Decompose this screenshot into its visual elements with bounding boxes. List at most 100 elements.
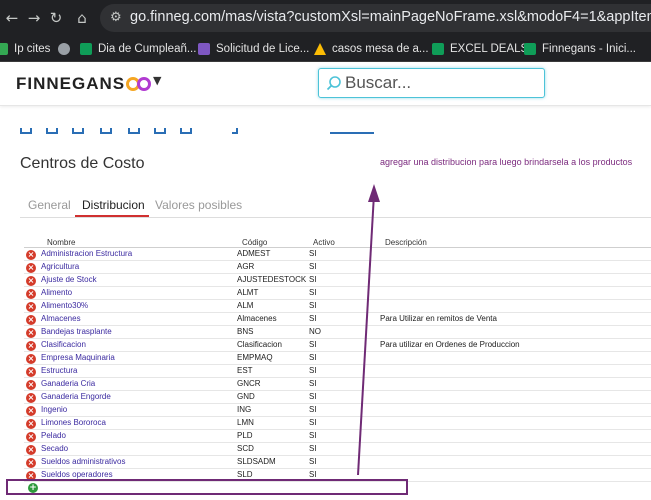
toolbar-icon[interactable] <box>128 128 140 134</box>
cell-name[interactable]: Administracion Estructura <box>41 249 132 258</box>
delete-icon[interactable]: × <box>26 380 36 390</box>
cell-name[interactable]: Empresa Maquinaria <box>41 353 115 362</box>
cell-name[interactable]: Ganaderia Engorde <box>41 392 111 401</box>
cell-active: SI <box>309 405 317 414</box>
delete-icon[interactable]: × <box>26 393 36 403</box>
cell-name[interactable]: Sueldos administrativos <box>41 457 125 466</box>
url-text[interactable]: go.finneg.com/mas/vista?customXsl=mainPa… <box>130 9 651 25</box>
add-row-highlight: + <box>6 479 408 495</box>
toolbar-icon[interactable] <box>232 128 238 134</box>
table-row[interactable]: × Clasificacion Clasificacion SI Para utiliz… <box>24 339 651 352</box>
cell-code: ALM <box>237 301 254 310</box>
bookmark-dia-cumpleanos[interactable]: Dia de Cumpleañ... <box>80 40 196 58</box>
delete-icon[interactable]: × <box>26 302 36 312</box>
address-bar[interactable]: ⚙ go.finneg.com/mas/vista?customXsl=main… <box>100 4 651 32</box>
cell-name[interactable]: Limones Bororoca <box>41 418 106 427</box>
cell-active: SI <box>309 444 317 453</box>
reload-icon[interactable]: ↻ <box>46 8 66 28</box>
cell-active: SI <box>309 431 317 440</box>
bookmark-ip-cites[interactable]: Ip cites <box>0 40 50 58</box>
table-row[interactable]: × Sueldos administrativos SLDSADM SI <box>24 456 651 469</box>
delete-icon[interactable]: × <box>26 276 36 286</box>
cell-name[interactable]: Secado <box>41 444 68 453</box>
chevron-down-icon[interactable]: ▼ <box>153 74 161 87</box>
delete-icon[interactable]: × <box>26 458 36 468</box>
delete-icon[interactable]: × <box>26 445 36 455</box>
forward-arrow-icon[interactable]: → <box>24 8 44 28</box>
column-header-code[interactable]: Código <box>242 238 267 247</box>
toolbar-icon[interactable] <box>46 128 58 134</box>
table-row[interactable]: × Ganaderia Engorde GND SI <box>24 391 651 404</box>
column-header-name[interactable]: Nombre <box>47 238 75 247</box>
bookmark-globe[interactable] <box>58 40 76 58</box>
search-icon <box>326 76 341 91</box>
table-row[interactable]: × Secado SCD SI <box>24 443 651 456</box>
delete-icon[interactable]: × <box>26 263 36 273</box>
table-row[interactable]: × Ajuste de Stock AJUSTEDESTOCK SI <box>24 274 651 287</box>
delete-icon[interactable]: × <box>26 367 36 377</box>
cell-description: Para utilizar en Ordenes de Produccion <box>380 340 520 349</box>
table-row[interactable]: × Agricultura AGR SI <box>24 261 651 274</box>
delete-icon[interactable]: × <box>26 250 36 260</box>
toolbar-icon[interactable] <box>330 128 374 134</box>
delete-icon[interactable]: × <box>26 289 36 299</box>
delete-icon[interactable]: × <box>26 432 36 442</box>
table-row[interactable]: × Estructura EST SI <box>24 365 651 378</box>
delete-icon[interactable]: × <box>26 315 36 325</box>
delete-icon[interactable]: × <box>26 328 36 338</box>
table-row[interactable]: × Bandejas trasplante BNS NO <box>24 326 651 339</box>
bookmark-icon <box>0 43 8 55</box>
column-header-active[interactable]: Activo <box>313 238 335 247</box>
table-row[interactable]: × Limones Bororoca LMN SI <box>24 417 651 430</box>
cell-code: AJUSTEDESTOCK <box>237 275 307 284</box>
add-icon[interactable]: + <box>28 483 38 493</box>
cell-name[interactable]: Bandejas trasplante <box>41 327 112 336</box>
back-arrow-icon[interactable]: ← <box>2 8 22 28</box>
delete-icon[interactable]: × <box>26 341 36 351</box>
delete-icon[interactable]: × <box>26 354 36 364</box>
table-row[interactable]: × Pelado PLD SI <box>24 430 651 443</box>
search-input[interactable] <box>345 72 540 94</box>
toolbar <box>20 128 380 136</box>
bookmark-excel-deals[interactable]: EXCEL DEALS <box>432 40 528 58</box>
logo[interactable]: FINNEGANS <box>16 74 125 94</box>
toolbar-icon[interactable] <box>180 128 192 134</box>
home-icon[interactable]: ⌂ <box>72 8 92 28</box>
table-row[interactable]: × Ganaderia Cria GNCR SI <box>24 378 651 391</box>
delete-icon[interactable]: × <box>26 406 36 416</box>
cell-active: SI <box>309 340 317 349</box>
annotation-arrow <box>357 184 380 476</box>
table-row[interactable]: × Administracion Estructura ADMEST SI <box>24 248 651 261</box>
bookmark-casos-mesa[interactable]: casos mesa de a... <box>314 40 429 58</box>
bookmark-finnegans[interactable]: Finnegans - Inici... <box>524 40 636 58</box>
table-row[interactable]: × Alimento30% ALM SI <box>24 300 651 313</box>
toolbar-icon[interactable] <box>72 128 84 134</box>
cell-active: SI <box>309 418 317 427</box>
cell-name[interactable]: Pelado <box>41 431 66 440</box>
cell-name[interactable]: Estructura <box>41 366 77 375</box>
tab-general[interactable]: General <box>28 198 71 212</box>
toolbar-icon[interactable] <box>20 128 32 134</box>
table-row[interactable]: × Ingenio ING SI <box>24 404 651 417</box>
cell-name[interactable]: Alimento <box>41 288 72 297</box>
cell-name[interactable]: Ingenio <box>41 405 67 414</box>
cell-name[interactable]: Ganaderia Cria <box>41 379 95 388</box>
table-row[interactable]: × Almacenes Almacenes SI Para Utilizar en re… <box>24 313 651 326</box>
cell-name[interactable]: Clasificacion <box>41 340 86 349</box>
cell-name[interactable]: Ajuste de Stock <box>41 275 97 284</box>
cell-active: NO <box>309 327 321 336</box>
table-row[interactable]: × Alimento ALMT SI <box>24 287 651 300</box>
tab-valores-posibles[interactable]: Valores posibles <box>155 198 242 212</box>
tab-distribucion[interactable]: Distribucion <box>82 198 145 212</box>
cell-name[interactable]: Agricultura <box>41 262 79 271</box>
delete-icon[interactable]: × <box>26 419 36 429</box>
toolbar-icon[interactable] <box>100 128 112 134</box>
cell-name[interactable]: Almacenes <box>41 314 81 323</box>
cell-name[interactable]: Sueldos operadores <box>41 470 113 479</box>
cell-code: GND <box>237 392 255 401</box>
toolbar-icon[interactable] <box>154 128 166 134</box>
cell-name[interactable]: Alimento30% <box>41 301 88 310</box>
table-row[interactable]: × Empresa Maquinaria EMPMAQ SI <box>24 352 651 365</box>
site-settings-icon[interactable]: ⚙ <box>110 10 126 26</box>
bookmark-solicitud[interactable]: Solicitud de Lice... <box>198 40 309 58</box>
